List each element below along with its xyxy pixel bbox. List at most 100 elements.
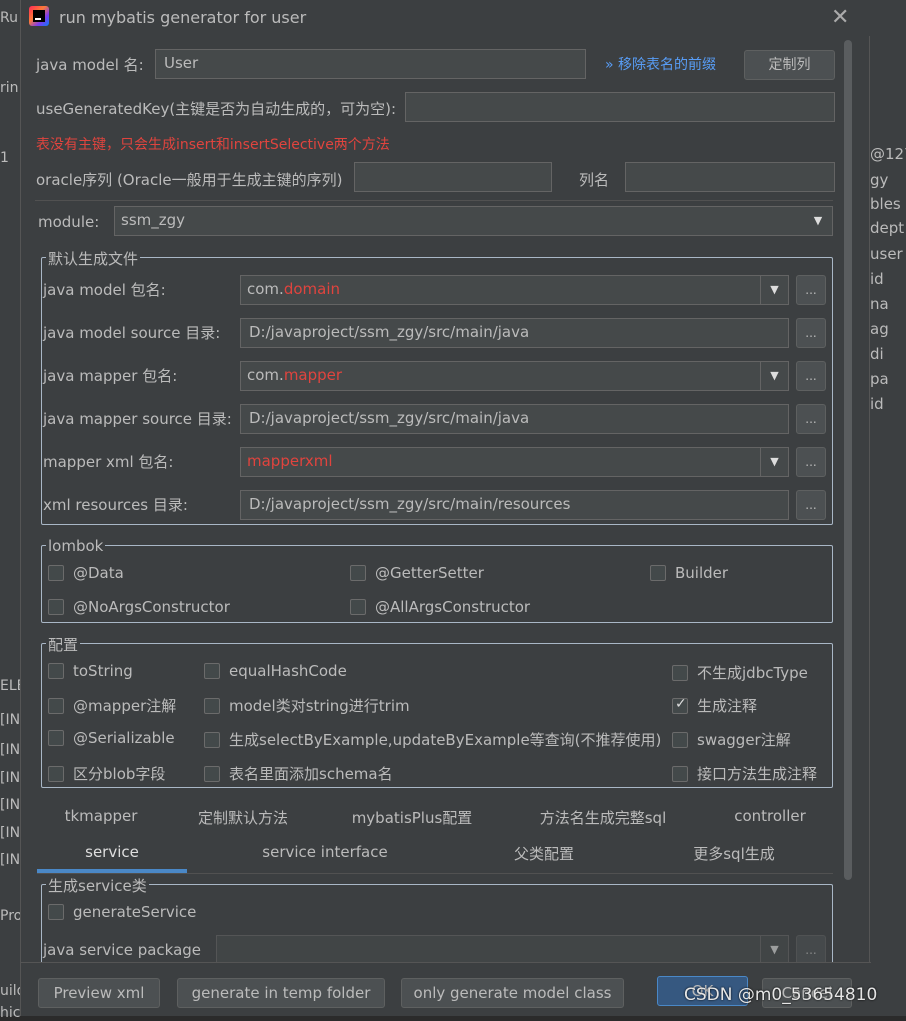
config-option-checkbox[interactable]: 接口方法生成注释 xyxy=(672,763,817,784)
tab[interactable]: tkmapper xyxy=(37,807,165,825)
file-row-label: xml resources 目录: xyxy=(43,496,188,514)
intellij-logo-icon xyxy=(29,6,49,26)
ide-right-fragment: id xyxy=(870,270,884,288)
lombok-option-checkbox[interactable]: @NoArgsConstructor xyxy=(48,598,230,616)
checkbox-label: 区分blob字段 xyxy=(73,765,166,783)
ide-left-fragment: [IN xyxy=(0,712,21,728)
lombok-option-checkbox[interactable]: @GetterSetter xyxy=(350,564,484,582)
config-option-checkbox[interactable]: 不生成jdbcType xyxy=(672,662,808,683)
oracle-sequence-input[interactable] xyxy=(354,162,552,192)
generate-temp-button[interactable]: generate in temp folder xyxy=(177,978,385,1008)
use-generated-key-label: useGeneratedKey(主键是否为自动生成的，可为空): xyxy=(36,100,397,118)
config-option-checkbox[interactable]: 表名里面添加schema名 xyxy=(204,763,393,784)
dialog-titlebar: run mybatis generator for user ✕ xyxy=(21,0,871,36)
browse-button[interactable]: ... xyxy=(796,275,826,305)
checkbox-label: 生成注释 xyxy=(697,697,758,715)
ide-right-fragment: user xyxy=(870,245,903,263)
checkbox-box xyxy=(48,730,64,746)
generate-model-only-button[interactable]: only generate model class xyxy=(401,978,624,1008)
model-name-label: java model 名: xyxy=(36,56,144,74)
preview-xml-button[interactable]: Preview xml xyxy=(38,978,160,1008)
model-name-input[interactable]: User xyxy=(155,49,586,79)
tab[interactable]: mybatisPlus配置 xyxy=(341,807,483,828)
csdn-watermark: CSDN @m0_53654810 xyxy=(684,985,878,1005)
ide-left-fragment: [IN xyxy=(0,852,21,868)
service-package-browse-button[interactable]: ... xyxy=(796,935,826,965)
column-name-input[interactable] xyxy=(625,162,835,192)
tab[interactable]: 方法名生成完整sql xyxy=(521,807,685,828)
checkbox-box xyxy=(672,765,688,782)
ide-right-fragment: id xyxy=(870,395,884,413)
tab[interactable]: controller xyxy=(711,807,829,825)
combo-value: com.mapper xyxy=(247,366,342,384)
lombok-option-checkbox[interactable]: Builder xyxy=(650,564,728,582)
tab[interactable]: 定制默认方法 xyxy=(185,807,301,828)
combo-value: com.domain xyxy=(247,280,340,298)
checkbox-box xyxy=(650,565,666,581)
file-row-label: java model source 目录: xyxy=(43,324,221,342)
config-option-checkbox[interactable]: toString xyxy=(48,662,133,680)
checkbox-label: 表名里面添加schema名 xyxy=(229,765,393,783)
module-select[interactable]: ssm_zgy ▼ xyxy=(114,206,833,236)
config-option-checkbox[interactable]: 区分blob字段 xyxy=(48,763,165,784)
file-row-path-input[interactable]: D:/javaproject/ssm_zgy/src/main/resource… xyxy=(240,490,789,520)
ide-left-fragment: 1 xyxy=(0,150,9,166)
browse-button[interactable]: ... xyxy=(796,404,826,434)
browse-button[interactable]: ... xyxy=(796,490,826,520)
checkbox-box xyxy=(48,904,64,920)
checkbox-box xyxy=(204,697,220,714)
checkbox-box xyxy=(48,599,64,615)
close-icon[interactable]: ✕ xyxy=(831,5,849,30)
tab[interactable]: 更多sql生成 xyxy=(667,843,801,864)
browse-button[interactable]: ... xyxy=(796,361,826,391)
custom-columns-button[interactable]: 定制列 xyxy=(744,50,835,80)
checkbox-box xyxy=(48,663,64,679)
tab[interactable]: service xyxy=(37,843,187,861)
remove-prefix-link[interactable]: » 移除表名的前缀 xyxy=(605,54,716,74)
checkbox-label: 接口方法生成注释 xyxy=(697,765,818,783)
file-row-path-input[interactable]: D:/javaproject/ssm_zgy/src/main/java xyxy=(240,318,789,348)
tabs-divider xyxy=(37,873,833,874)
checkbox-label: 不生成jdbcType xyxy=(697,664,808,682)
config-option-checkbox[interactable]: @mapper注解 xyxy=(48,695,176,716)
config-option-checkbox[interactable]: swagger注解 xyxy=(672,729,791,750)
lombok-option-checkbox[interactable]: @AllArgsConstructor xyxy=(350,598,530,616)
tab[interactable]: service interface xyxy=(233,843,417,861)
config-option-checkbox[interactable]: 生成selectByExample,updateByExample等查询(不推荐… xyxy=(204,729,661,750)
use-generated-key-input[interactable] xyxy=(405,92,835,122)
file-row-combo[interactable]: mapperxml ▼ xyxy=(240,447,789,477)
file-row-path-input[interactable]: D:/javaproject/ssm_zgy/src/main/java xyxy=(240,404,789,434)
checkbox-box xyxy=(672,731,688,748)
checkbox-box xyxy=(350,565,366,581)
config-option-checkbox[interactable]: model类对string进行trim xyxy=(204,695,410,716)
ide-left-fragment: [IN xyxy=(0,797,21,813)
ide-right-fragment: ag xyxy=(870,320,889,338)
scrollbar-thumb[interactable] xyxy=(844,40,852,880)
package-prefix: com. xyxy=(247,366,284,384)
config-option-checkbox[interactable]: @Serializable xyxy=(48,729,175,747)
file-row-combo[interactable]: com.mapper ▼ xyxy=(240,361,789,391)
config-option-checkbox[interactable]: equalHashCode xyxy=(204,662,347,680)
file-row-label: java mapper 包名: xyxy=(43,367,178,385)
ide-left-fragment: [IN xyxy=(0,742,21,758)
browse-button[interactable]: ... xyxy=(796,318,826,348)
lombok-option-checkbox[interactable]: @Data xyxy=(48,564,124,582)
tab[interactable]: 父类配置 xyxy=(481,843,607,864)
checkbox-box xyxy=(672,664,688,681)
checkbox-box xyxy=(204,765,220,782)
checkbox-box xyxy=(350,599,366,615)
file-row-combo[interactable]: com.domain ▼ xyxy=(240,275,789,305)
vertical-scrollbar[interactable] xyxy=(843,40,853,880)
checkbox-label: @mapper注解 xyxy=(73,697,177,715)
service-package-select[interactable]: ▼ xyxy=(216,935,789,965)
service-package-label: java service package xyxy=(43,941,202,959)
checkbox-label: swagger注解 xyxy=(697,731,791,749)
browse-button[interactable]: ... xyxy=(796,447,826,477)
config-option-checkbox[interactable]: 生成注释 xyxy=(672,695,757,716)
generate-service-checkbox[interactable]: generateService xyxy=(48,903,196,921)
generator-dialog: run mybatis generator for user ✕ java mo… xyxy=(20,0,871,1016)
service-group-title: 生成service类 xyxy=(46,875,149,896)
checkbox-label: @NoArgsConstructor xyxy=(73,598,230,616)
checkbox-box xyxy=(48,765,64,782)
oracle-sequence-label: oracle序列 (Oracle一般用于生成主键的序列) xyxy=(36,171,343,189)
